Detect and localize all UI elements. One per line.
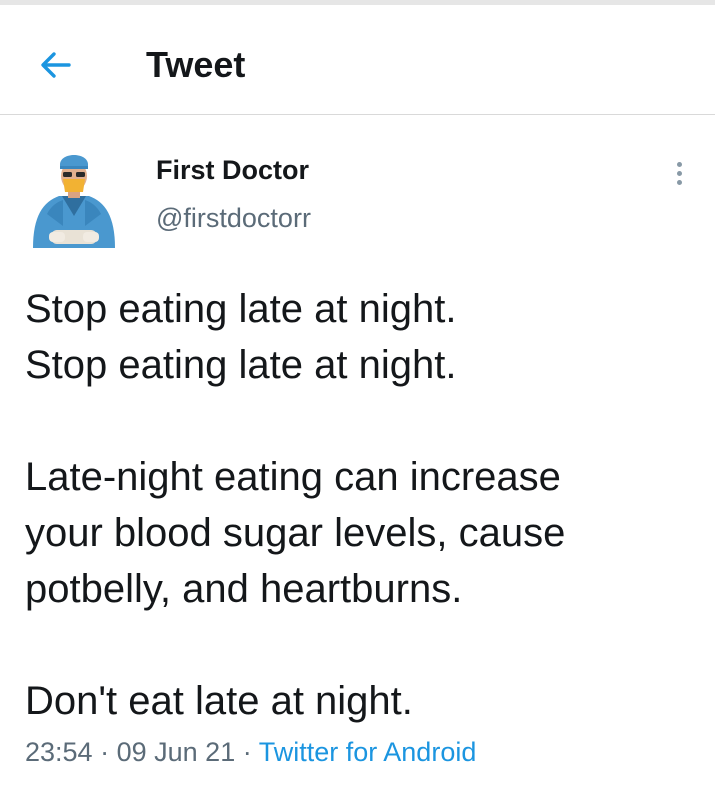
page-title: Tweet bbox=[146, 44, 246, 85]
tweet-date: 09 Jun 21 bbox=[116, 737, 236, 767]
tweet-detail: First Doctor @firstdoctorr Stop eating l… bbox=[0, 115, 715, 795]
more-options-button[interactable] bbox=[664, 151, 694, 195]
tweet-text-line: potbelly, and heartburns. bbox=[25, 567, 463, 611]
author-handle[interactable]: @firstdoctorr bbox=[156, 201, 311, 235]
arrow-left-icon bbox=[41, 52, 71, 78]
meta-separator: · bbox=[100, 737, 110, 767]
tweet-text-line: Stop eating late at night. bbox=[25, 343, 457, 387]
tweet-text-line: Don't eat late at night. bbox=[25, 679, 413, 723]
app-header: Tweet bbox=[0, 5, 715, 115]
more-vertical-icon bbox=[676, 161, 682, 167]
meta-separator: · bbox=[242, 737, 252, 767]
tweet-time: 23:54 bbox=[25, 737, 93, 767]
tweet-text-line: Stop eating late at night. bbox=[25, 287, 457, 331]
avatar[interactable] bbox=[29, 136, 119, 251]
tweet-text: Stop eating late at night. Stop eating l… bbox=[25, 281, 705, 729]
tweet-meta: 23:54 · 09 Jun 21 · Twitter for Android bbox=[25, 735, 476, 769]
author-name[interactable]: First Doctor bbox=[156, 153, 309, 187]
tweet-source-link[interactable]: Twitter for Android bbox=[259, 737, 477, 767]
tweet-text-line: your blood sugar levels, cause bbox=[25, 511, 566, 555]
back-button[interactable] bbox=[32, 41, 80, 89]
tweet-text-line: Late-night eating can increase bbox=[25, 455, 561, 499]
